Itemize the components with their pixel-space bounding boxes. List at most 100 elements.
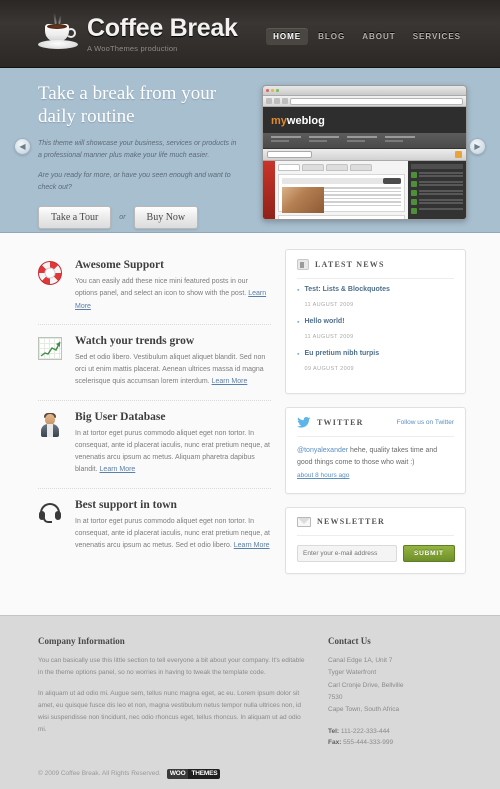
hero-copy: Take a break from your daily routine Thi… — [38, 82, 238, 229]
feature-text: In at tortor eget purus commodo aliquet … — [75, 429, 270, 474]
footer-contact-heading: Contact Us — [328, 635, 371, 646]
news-title-link[interactable]: Test: Lists & Blockquotes — [304, 286, 389, 293]
learn-more-link[interactable]: Learn More — [234, 542, 270, 549]
news-date: 09 AUGUST 2009 — [304, 366, 355, 372]
newsletter-form: SUBMIT — [297, 544, 455, 562]
feature-title: Watch your trends grow — [75, 334, 195, 347]
hero-heading: Take a break from your daily routine — [38, 83, 217, 128]
widget-header: NEWSLETTER — [297, 516, 454, 536]
nav-item-services[interactable]: SERVICES — [406, 28, 468, 45]
nav-item-blog[interactable]: BLOG — [311, 28, 352, 45]
site-logo[interactable]: Coffee Break A WooThemes production — [36, 12, 238, 53]
feature-item: Watch your trends grow Sed et odio liber… — [38, 325, 271, 401]
newsletter-submit-button[interactable]: SUBMIT — [403, 544, 455, 562]
latest-news-widget: LATEST NEWS ▪ Test: Lists & Blockquotes … — [285, 249, 466, 394]
news-list-item[interactable]: ▪ Test: Lists & Blockquotes 11 AUGUST 20… — [297, 286, 454, 311]
news-list-item[interactable]: ▪ Hello world! 11 AUGUST 2009 — [297, 318, 454, 343]
buy-now-button[interactable]: Buy Now — [133, 205, 199, 229]
news-list-item[interactable]: ▪ Eu pretium nibh turpis 09 AUGUST 2009 — [297, 350, 454, 375]
bullet-icon: ▪ — [297, 319, 300, 326]
coffee-cup-icon — [36, 12, 80, 53]
screenshot-nav — [263, 133, 466, 149]
feature-text: Sed et odio libero. Vestibulum aliquet a… — [75, 353, 266, 386]
screenshot-searchbar — [263, 149, 466, 161]
site-footer: Company Information You can basically us… — [0, 614, 500, 763]
feature-title: Best support in town — [75, 498, 177, 511]
twitter-bird-icon — [297, 417, 311, 428]
feature-item: Big User Database In at tortor eget puru… — [38, 401, 271, 489]
hero-or-label: or — [119, 213, 126, 221]
widget-title: NEWSLETTER — [317, 517, 386, 527]
screenshot-site-header: myweblog — [263, 107, 466, 133]
user-icon — [38, 412, 64, 439]
widget-header: LATEST NEWS — [297, 259, 454, 279]
feature-text: In at tortor eget purus commodo aliquet … — [75, 517, 270, 550]
feature-title: Awesome Support — [75, 259, 164, 271]
twitter-handle-link[interactable]: @tonyalexander — [297, 447, 348, 454]
hero-paragraph-1: This theme will showcase your business, … — [38, 140, 237, 159]
footer-fax: Fax: 555-444-333-999 — [328, 739, 394, 747]
footer-address: Canal Edge 1A, Unit 7 Tyger Waterfront C… — [328, 655, 466, 717]
widget-title: LATEST NEWS — [315, 260, 385, 269]
copyright-text: © 2009 Coffee Break. All Rights Reserved… — [38, 770, 161, 778]
hero-paragraph-2: Are you ready for more, or have you seen… — [38, 172, 231, 191]
news-title-link[interactable]: Hello world! — [304, 318, 353, 325]
footer-phone-block: Tel: 111-222-333-444 Fax: 555-444-333-99… — [328, 726, 466, 749]
newsletter-email-input[interactable] — [297, 544, 397, 562]
screenshot-body — [263, 161, 466, 219]
feature-text: You can easily add these nice mini featu… — [75, 278, 267, 310]
hero-screenshot: myweblog — [262, 85, 467, 220]
chevron-right-icon: ▶ — [474, 141, 481, 151]
news-title-link[interactable]: Eu pretium nibh turpis — [304, 350, 379, 357]
widget-title: TWITTER — [317, 418, 364, 427]
headset-icon — [38, 501, 64, 527]
page-root: Coffee Break A WooThemes production HOME… — [0, 0, 500, 789]
hero-actions: Take a Tour or Buy Now — [38, 205, 238, 229]
feature-item: Awesome Support You can easily add these… — [38, 249, 271, 325]
footer-tel: Tel: 111-222-333-444 — [328, 727, 390, 735]
news-list: ▪ Test: Lists & Blockquotes 11 AUGUST 20… — [297, 286, 454, 375]
learn-more-link[interactable]: Learn More — [212, 378, 248, 385]
address-line: Cape Town, South Africa — [328, 706, 400, 714]
tweet-timestamp[interactable]: about 8 hours ago — [297, 471, 454, 482]
feature-item: Best support in town In at tortor eget p… — [38, 489, 271, 564]
newsletter-widget: NEWSLETTER SUBMIT — [285, 506, 466, 574]
screenshot-titlebar — [263, 86, 466, 96]
screenshot-toolbar — [263, 96, 466, 107]
learn-more-link[interactable]: Learn More — [100, 466, 136, 473]
screenshot-address-bar — [290, 97, 463, 105]
slider-next-button[interactable]: ▶ — [469, 138, 486, 155]
tweet-text: @tonyalexander hehe, quality takes time … — [297, 445, 454, 482]
screenshot-logo: myweblog — [271, 115, 325, 127]
slider-prev-button[interactable]: ◀ — [14, 138, 31, 155]
sidebar: LATEST NEWS ▪ Test: Lists & Blockquotes … — [285, 249, 500, 587]
feature-title: Big User Database — [75, 410, 166, 423]
news-date: 11 AUGUST 2009 — [304, 302, 354, 308]
mail-icon — [297, 516, 311, 527]
bullet-icon: ▪ — [297, 287, 300, 294]
footer-company-paragraph-2: In aliquam ut ad odio mi. Augue sem, tel… — [38, 689, 302, 733]
take-a-tour-button[interactable]: Take a Tour — [38, 205, 112, 229]
footer-contact-column: Contact Us Canal Edge 1A, Unit 7 Tyger W… — [328, 636, 466, 749]
lifebuoy-icon — [38, 261, 64, 287]
address-line: Carl Cronje Drive, Bellville — [328, 681, 404, 689]
brand-title: Coffee Break — [87, 14, 238, 42]
news-date: 11 AUGUST 2009 — [304, 334, 354, 340]
nav-item-about[interactable]: ABOUT — [355, 28, 402, 45]
nav-item-home[interactable]: HOME — [266, 28, 309, 45]
follow-us-link[interactable]: Follow us on Twitter — [397, 419, 454, 426]
footer-company-column: Company Information You can basically us… — [38, 636, 306, 749]
twitter-widget: TWITTER Follow us on Twitter @tonyalexan… — [285, 407, 466, 494]
copyright-bar: © 2009 Coffee Break. All Rights Reserved… — [0, 762, 500, 789]
site-header: Coffee Break A WooThemes production HOME… — [0, 0, 500, 68]
brand-text: Coffee Break A WooThemes production — [87, 13, 238, 53]
news-icon — [297, 259, 309, 270]
woothemes-logo[interactable]: WOO THEMES — [166, 768, 221, 779]
rss-icon — [455, 151, 462, 158]
footer-company-heading: Company Information — [38, 635, 125, 646]
brand-tagline: A WooThemes production — [87, 44, 178, 53]
address-line: Canal Edge 1A, Unit 7 — [328, 656, 393, 664]
features-column: Awesome Support You can easily add these… — [0, 249, 285, 587]
bullet-icon: ▪ — [297, 351, 300, 358]
line-chart-icon — [38, 336, 64, 363]
